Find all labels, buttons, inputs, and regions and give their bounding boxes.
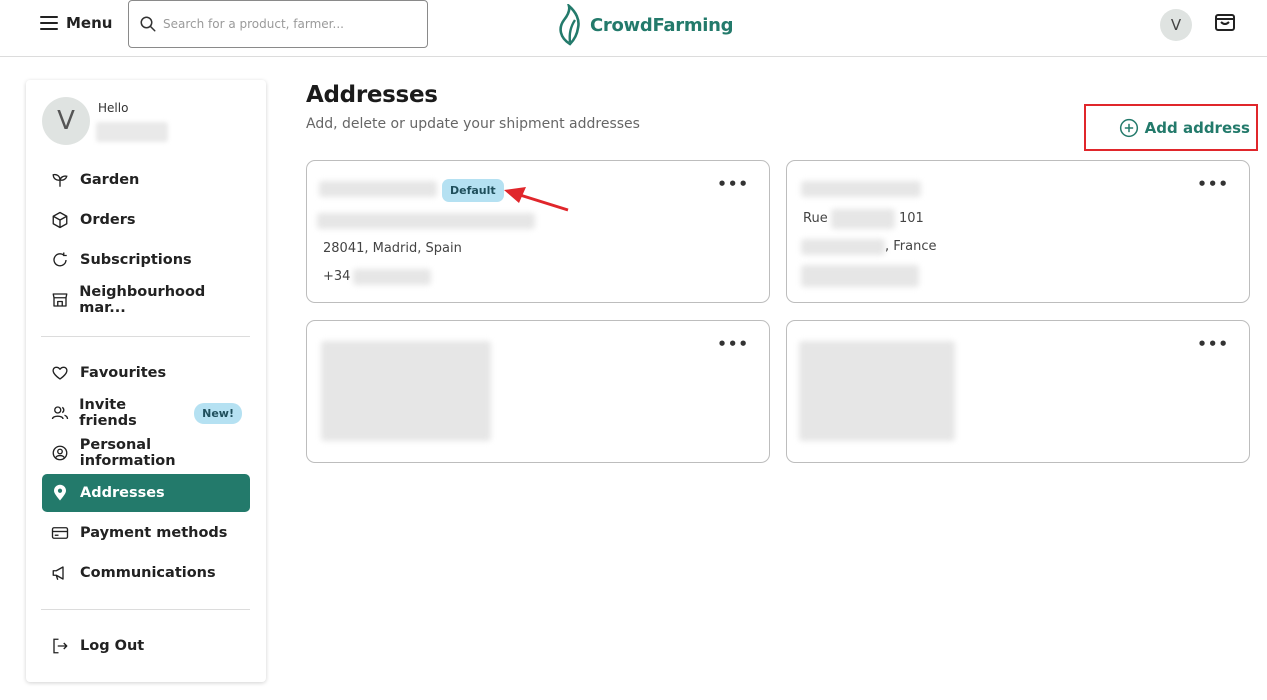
menu-button[interactable]: Menu — [40, 14, 112, 32]
user-name-redacted — [96, 122, 168, 142]
person-icon — [50, 443, 70, 463]
sidebar-item-personal-information[interactable]: Personal information — [42, 434, 250, 472]
refresh-icon — [50, 250, 70, 270]
sidebar-item-label: Payment methods — [80, 525, 228, 541]
sidebar-item-label: Invite friends — [79, 397, 137, 429]
menu-label: Menu — [66, 14, 113, 32]
more-options-button[interactable]: ••• — [717, 177, 749, 192]
sprout-icon — [50, 170, 70, 190]
heart-icon — [50, 363, 70, 383]
basket-icon — [1215, 14, 1235, 31]
sidebar-item-label: Orders — [80, 212, 136, 228]
sidebar-item-label: Communications — [80, 565, 216, 581]
redacted-phone — [353, 269, 431, 285]
sidebar-item-invite-friends[interactable]: Invite friends New! — [42, 394, 250, 432]
page-subtitle: Add, delete or update your shipment addr… — [306, 116, 640, 132]
address-card[interactable]: ••• — [786, 320, 1250, 463]
megaphone-icon — [50, 563, 70, 583]
redacted-street — [317, 213, 535, 229]
redacted-name — [801, 181, 921, 197]
hamburger-icon — [40, 16, 58, 30]
sidebar-item-label: Log Out — [80, 638, 145, 654]
country-line: , France — [885, 239, 937, 254]
sidebar-item-communications[interactable]: Communications — [42, 554, 250, 592]
address-card[interactable]: ••• Rue 101 , France — [786, 160, 1250, 303]
sidebar-item-log-out[interactable]: Log Out — [42, 627, 250, 665]
store-icon — [50, 290, 69, 310]
location-pin-icon — [50, 483, 70, 503]
sidebar-item-favourites[interactable]: Favourites — [42, 354, 250, 392]
sidebar-item-label: Garden — [80, 172, 140, 188]
sidebar-divider — [41, 336, 250, 337]
sidebar-item-addresses[interactable]: Addresses — [42, 474, 250, 512]
address-card[interactable]: ••• — [306, 320, 770, 463]
redacted-phone — [801, 265, 919, 287]
new-badge: New! — [194, 402, 242, 424]
search-icon — [140, 16, 156, 32]
address-card-default[interactable]: Default ••• 28041, Madrid, Spain +34 — [306, 160, 770, 303]
card-icon — [50, 523, 70, 543]
top-header: Menu CrowdFarming V — [0, 0, 1267, 57]
default-badge: Default — [442, 179, 504, 202]
sidebar-item-garden[interactable]: Garden — [42, 161, 250, 199]
logout-icon — [50, 636, 70, 656]
redacted-street — [831, 209, 895, 229]
plus-circle-icon — [1119, 118, 1138, 137]
search-box[interactable] — [128, 0, 428, 48]
sidebar-divider — [41, 609, 250, 610]
more-options-button[interactable]: ••• — [1197, 177, 1229, 192]
box-icon — [50, 210, 70, 230]
phone-prefix: +34 — [323, 269, 351, 284]
add-address-button[interactable]: Add address — [1084, 104, 1258, 151]
account-sidebar: V Hello Garden Orders Subscriptions Neig… — [26, 80, 266, 682]
more-options-button[interactable]: ••• — [1197, 337, 1229, 352]
redacted-address — [321, 341, 491, 441]
leaf-logo-icon — [559, 4, 580, 46]
sidebar-item-neighbourhood-market[interactable]: Neighbourhood mar... — [42, 281, 250, 319]
search-input[interactable] — [163, 17, 413, 31]
redacted-address — [799, 341, 955, 441]
redacted-name — [319, 181, 437, 197]
add-address-label: Add address — [1144, 118, 1250, 137]
sidebar-item-label: Subscriptions — [80, 252, 192, 268]
annotation-arrow-icon — [504, 187, 569, 212]
sidebar-item-label: Addresses — [80, 485, 165, 501]
page-title: Addresses — [306, 82, 438, 108]
brand-name: CrowdFarming — [590, 14, 734, 36]
sidebar-item-orders[interactable]: Orders — [42, 201, 250, 239]
basket-button[interactable] — [1214, 13, 1236, 37]
greeting-text: Hello — [98, 101, 129, 115]
address-city-line: 28041, Madrid, Spain — [323, 241, 462, 256]
sidebar-item-subscriptions[interactable]: Subscriptions — [42, 241, 250, 279]
sidebar-item-payment-methods[interactable]: Payment methods — [42, 514, 250, 552]
sidebar-item-label: Favourites — [80, 365, 167, 381]
street-number: 101 — [899, 211, 924, 226]
user-avatar[interactable]: V — [1160, 9, 1192, 41]
brand-logo[interactable]: CrowdFarming — [556, 4, 734, 46]
users-icon — [50, 403, 69, 423]
sidebar-item-label: Neighbourhood mar... — [79, 284, 206, 316]
sidebar-item-label: Personal information — [79, 437, 176, 469]
profile-avatar: V — [42, 97, 90, 145]
street-prefix: Rue — [803, 211, 828, 226]
more-options-button[interactable]: ••• — [717, 337, 749, 352]
redacted-postcode — [801, 239, 885, 255]
